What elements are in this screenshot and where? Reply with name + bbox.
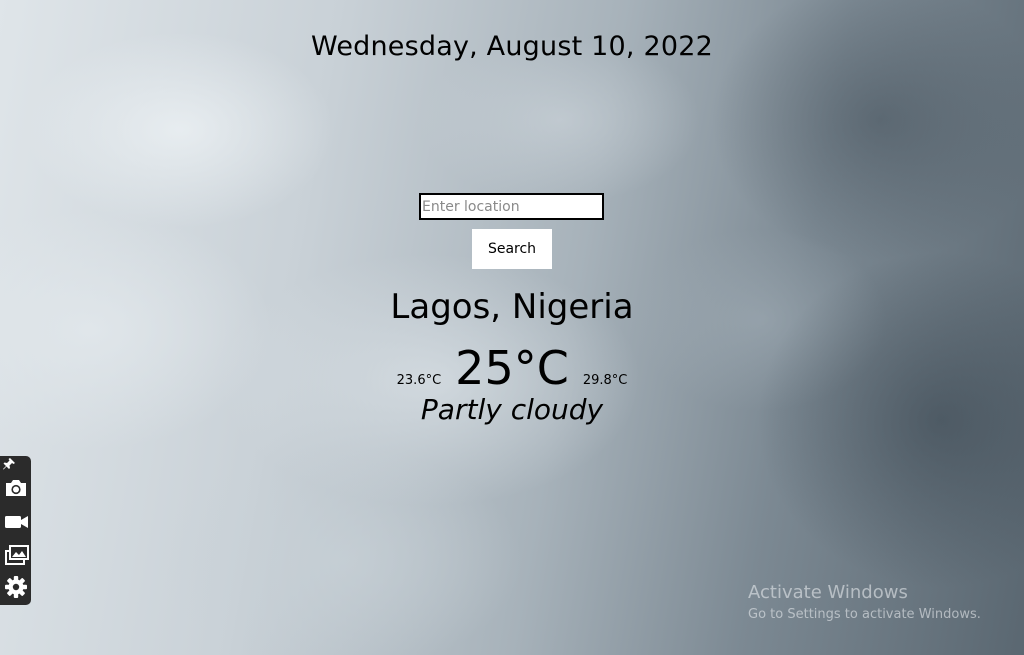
weather-condition: Partly cloudy	[420, 393, 604, 426]
screen-capture-toolbar	[0, 456, 31, 605]
video-camera-icon[interactable]	[3, 510, 29, 534]
activate-windows-title: Activate Windows	[748, 582, 908, 603]
pin-icon[interactable]	[3, 458, 15, 470]
activate-windows-subtitle: Go to Settings to activate Windows.	[748, 607, 981, 622]
gallery-icon[interactable]	[3, 542, 29, 566]
camera-icon[interactable]	[3, 476, 29, 500]
location-name: Lagos, Nigeria	[390, 287, 634, 327]
location-search-input[interactable]	[419, 193, 604, 220]
min-temperature: 23.6°C	[396, 373, 442, 388]
current-temperature: 25°C	[455, 341, 569, 395]
current-date: Wednesday, August 10, 2022	[311, 31, 713, 62]
activate-windows-watermark: Activate Windows Go to Settings to activ…	[748, 582, 981, 626]
gear-icon[interactable]	[3, 575, 29, 599]
temperature-row: 23.6°C 25°C 29.8°C	[0, 340, 1024, 396]
max-temperature: 29.8°C	[582, 373, 628, 388]
search-button[interactable]: Search	[472, 229, 552, 269]
